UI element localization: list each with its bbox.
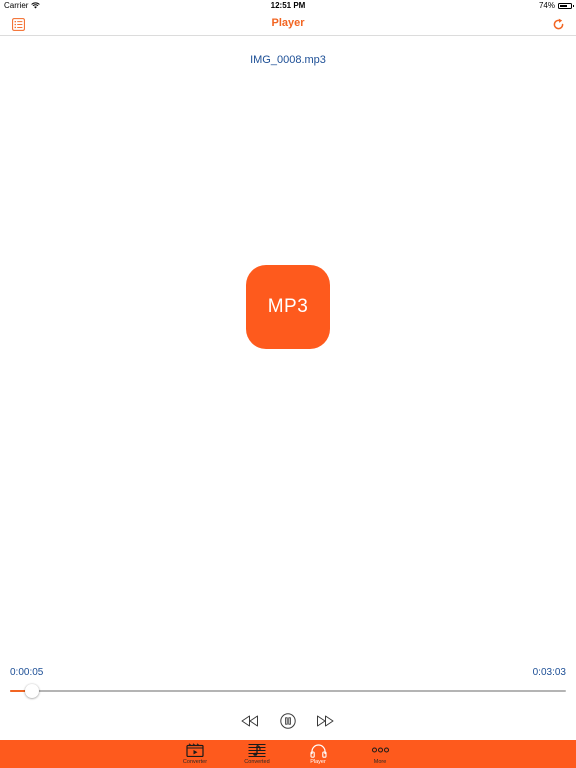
pause-icon (280, 713, 296, 729)
tab-more-label: More (373, 759, 387, 765)
track-file-name: IMG_0008.mp3 (250, 54, 326, 66)
rewind-icon (241, 715, 258, 727)
page-title: Player (271, 17, 305, 29)
audio-format-artwork: MP3 (246, 265, 330, 349)
status-time: 12:51 PM (270, 1, 306, 10)
battery-percent: 74% (538, 1, 555, 10)
more-dots-icon (371, 747, 389, 753)
refresh-icon (553, 18, 563, 29)
tab-bar: Converter Converted Player More (0, 740, 576, 768)
refresh-button[interactable] (550, 16, 566, 32)
tab-player-label: Player (310, 759, 326, 765)
video-converter-icon (186, 743, 204, 757)
tab-converted[interactable]: Converted (237, 740, 277, 768)
rewind-button[interactable] (241, 712, 259, 730)
seek-slider[interactable] (10, 690, 566, 692)
music-list-icon (248, 743, 266, 757)
tab-converted-label: Converted (244, 759, 270, 765)
playback-controls (0, 712, 576, 730)
fast-forward-icon (317, 715, 334, 727)
status-bar: Carrier 12:51 PM 74% (0, 0, 576, 12)
battery-fill (560, 4, 568, 7)
artwork-label: MP3 (267, 296, 309, 317)
navigation-bar: Player (0, 12, 576, 36)
seek-thumb[interactable] (25, 684, 40, 698)
fast-forward-button[interactable] (316, 712, 334, 730)
tab-converter-label: Converter (182, 759, 208, 765)
tab-player[interactable]: Player (298, 740, 338, 768)
battery-icon (558, 2, 574, 9)
pause-button[interactable] (279, 712, 297, 730)
elapsed-time: 0:00:05 (10, 667, 44, 678)
battery-status: 74% (538, 1, 574, 10)
headphones-icon (309, 743, 327, 758)
tab-converter[interactable]: Converter (175, 740, 215, 768)
tab-more[interactable]: More (360, 740, 400, 768)
total-duration: 0:03:03 (532, 667, 566, 678)
